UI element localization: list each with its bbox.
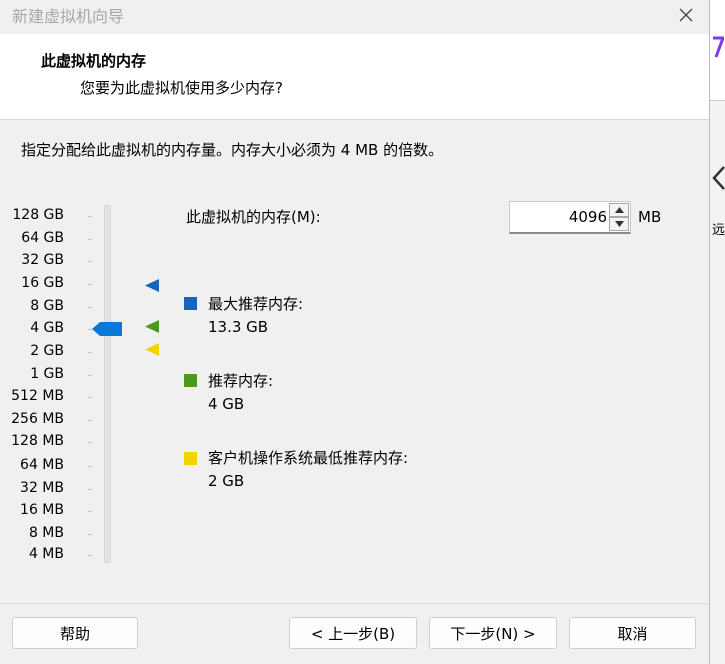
wizard-header: 此虚拟机的内存 您要为此虚拟机使用多少内存?: [0, 34, 709, 120]
scale-label: 1 GB: [30, 366, 64, 382]
arrow-up-icon: [614, 207, 624, 213]
scale-tick: [88, 511, 92, 512]
scale-tick: [88, 534, 92, 535]
scale-tick: [88, 489, 92, 490]
scale-label: 512 MB: [11, 388, 64, 404]
scale-tick: [88, 555, 92, 556]
back-arrow-icon: [712, 166, 725, 190]
scale-tick: [88, 261, 92, 262]
close-button[interactable]: [668, 0, 704, 30]
scale-label: 128 MB: [11, 433, 64, 449]
scale-tick: [88, 352, 92, 353]
scale-label: 64 GB: [21, 230, 64, 246]
memory-slider-thumb[interactable]: [92, 322, 122, 336]
scale-tick: [88, 442, 92, 443]
scale-tick: [88, 239, 92, 240]
cancel-button[interactable]: 取消: [569, 617, 696, 649]
memory-size-input[interactable]: [512, 204, 607, 230]
background-window-edge: 远: [709, 0, 725, 664]
scale-label: 8 MB: [28, 525, 64, 541]
max-recommended-label: 最大推荐内存:: [208, 295, 304, 313]
background-label-fragment: 远: [712, 223, 725, 238]
back-button[interactable]: < 上一步(B): [289, 617, 417, 649]
recommended-swatch: [184, 374, 197, 387]
scale-label: 256 MB: [11, 411, 64, 427]
memory-spinbox: [509, 201, 631, 234]
page-subtitle: 您要为此虚拟机使用多少内存?: [80, 79, 283, 97]
next-button[interactable]: 下一步(N) >: [429, 617, 557, 649]
guest-min-marker-icon: [145, 343, 159, 356]
scale-tick: [88, 216, 92, 217]
guest-min-swatch: [184, 452, 197, 465]
footer-divider: [0, 603, 709, 604]
max-recommended-swatch: [184, 297, 197, 310]
background-panel: 远: [710, 100, 725, 664]
memory-increase-button[interactable]: [609, 203, 629, 217]
scale-label: 32 GB: [21, 252, 64, 268]
scale-tick: [88, 307, 92, 308]
scale-label: 32 MB: [20, 480, 64, 496]
memory-slider-track[interactable]: [104, 205, 111, 563]
scale-label: 128 GB: [12, 207, 64, 223]
recommended-label: 推荐内存:: [208, 372, 274, 390]
scale-label: 8 GB: [30, 298, 64, 314]
close-icon: [679, 8, 693, 22]
window-title: 新建虚拟机向导: [12, 7, 125, 26]
scale-label: 16 GB: [21, 275, 64, 291]
instruction-text: 指定分配给此虚拟机的内存量。内存大小必须为 4 MB 的倍数。: [21, 141, 444, 159]
scale-tick: [88, 375, 92, 376]
scale-tick: [88, 284, 92, 285]
arrow-down-icon: [614, 221, 624, 227]
scale-label: 16 MB: [20, 502, 64, 518]
help-button[interactable]: 帮助: [12, 617, 138, 649]
memory-decrease-button[interactable]: [609, 217, 629, 231]
scale-label: 2 GB: [30, 343, 64, 359]
title-bar: 新建虚拟机向导: [0, 0, 709, 34]
brand-stroke-icon: [713, 36, 724, 58]
max-recommended-value: 13.3 GB: [208, 318, 269, 336]
recommended-value: 4 GB: [208, 395, 245, 413]
new-vm-wizard-dialog: 新建虚拟机向导 此虚拟机的内存 您要为此虚拟机使用多少内存? 指定分配给此虚拟机…: [0, 0, 709, 664]
scale-tick: [88, 420, 92, 421]
guest-min-label: 客户机操作系统最低推荐内存:: [208, 449, 409, 467]
recommended-marker-icon: [145, 320, 159, 333]
scale-label: 64 MB: [20, 457, 64, 473]
scale-tick: [88, 397, 92, 398]
memory-size-label: 此虚拟机的内存(M):: [186, 208, 321, 226]
page-title: 此虚拟机的内存: [41, 52, 147, 70]
scale-label: 4 GB: [30, 320, 64, 336]
scale-tick: [88, 466, 92, 467]
memory-unit: MB: [638, 208, 662, 226]
guest-min-value: 2 GB: [208, 472, 245, 490]
scale-label: 4 MB: [28, 546, 64, 562]
max-recommended-marker-icon: [145, 279, 159, 292]
